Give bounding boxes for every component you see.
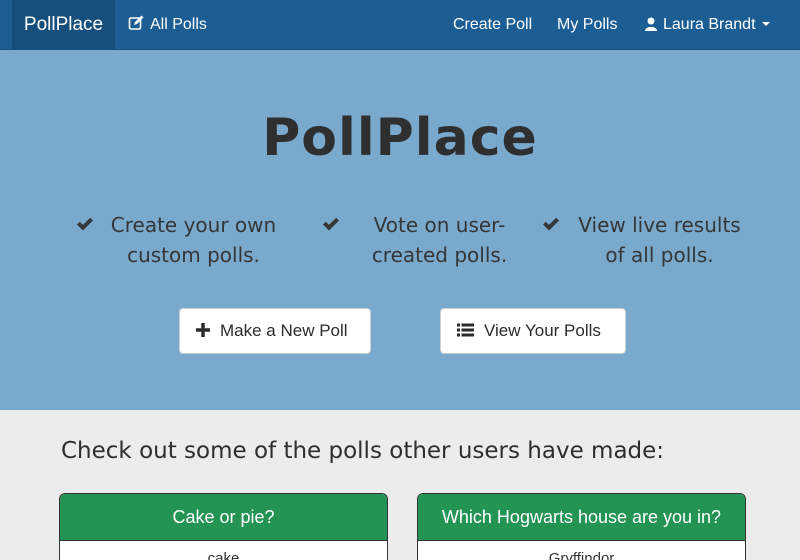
make-new-poll-label: Make a New Poll [220, 321, 348, 340]
nav-my-polls[interactable]: My Polls [557, 0, 617, 50]
hero: PollPlace Create your own custom polls. … [0, 50, 800, 410]
user-name: Laura Brandt [663, 16, 756, 33]
hero-title: PollPlace [262, 108, 538, 168]
feature-text: Create your own custom polls. [110, 213, 277, 267]
nav-all-polls-label: All Polls [150, 16, 207, 33]
check-icon [77, 217, 93, 231]
edit-icon [128, 15, 144, 30]
polls-heading: Check out some of the polls other users … [61, 438, 665, 464]
user-menu[interactable]: Laura Brandt [645, 0, 770, 50]
check-icon [543, 217, 559, 231]
poll-option[interactable]: Gryffindor [418, 541, 745, 560]
poll-option[interactable]: cake [60, 541, 387, 560]
caret-down-icon [761, 22, 770, 26]
view-your-polls-label: View Your Polls [484, 321, 601, 340]
polls-section: Check out some of the polls other users … [0, 410, 800, 560]
user-icon [645, 17, 657, 31]
plus-icon [196, 323, 210, 337]
make-new-poll-button[interactable]: Make a New Poll [179, 308, 371, 354]
check-icon [323, 217, 339, 231]
poll-card[interactable]: Cake or pie? cake [59, 493, 388, 560]
navbar: PollPlace All Polls Create Poll My Polls… [0, 0, 800, 50]
feature-text: Vote on user-created polls. [371, 213, 508, 267]
nav-all-polls[interactable]: All Polls [128, 0, 207, 50]
feature-text: View live results of all polls. [578, 213, 741, 267]
view-your-polls-button[interactable]: View Your Polls [440, 308, 626, 354]
poll-card-title[interactable]: Which Hogwarts house are you in? [418, 494, 745, 541]
nav-create-poll[interactable]: Create Poll [453, 0, 532, 50]
brand-link[interactable]: PollPlace [12, 0, 115, 50]
list-icon [457, 323, 474, 337]
poll-card-title[interactable]: Cake or pie? [60, 494, 387, 541]
poll-card[interactable]: Which Hogwarts house are you in? Gryffin… [417, 493, 746, 560]
